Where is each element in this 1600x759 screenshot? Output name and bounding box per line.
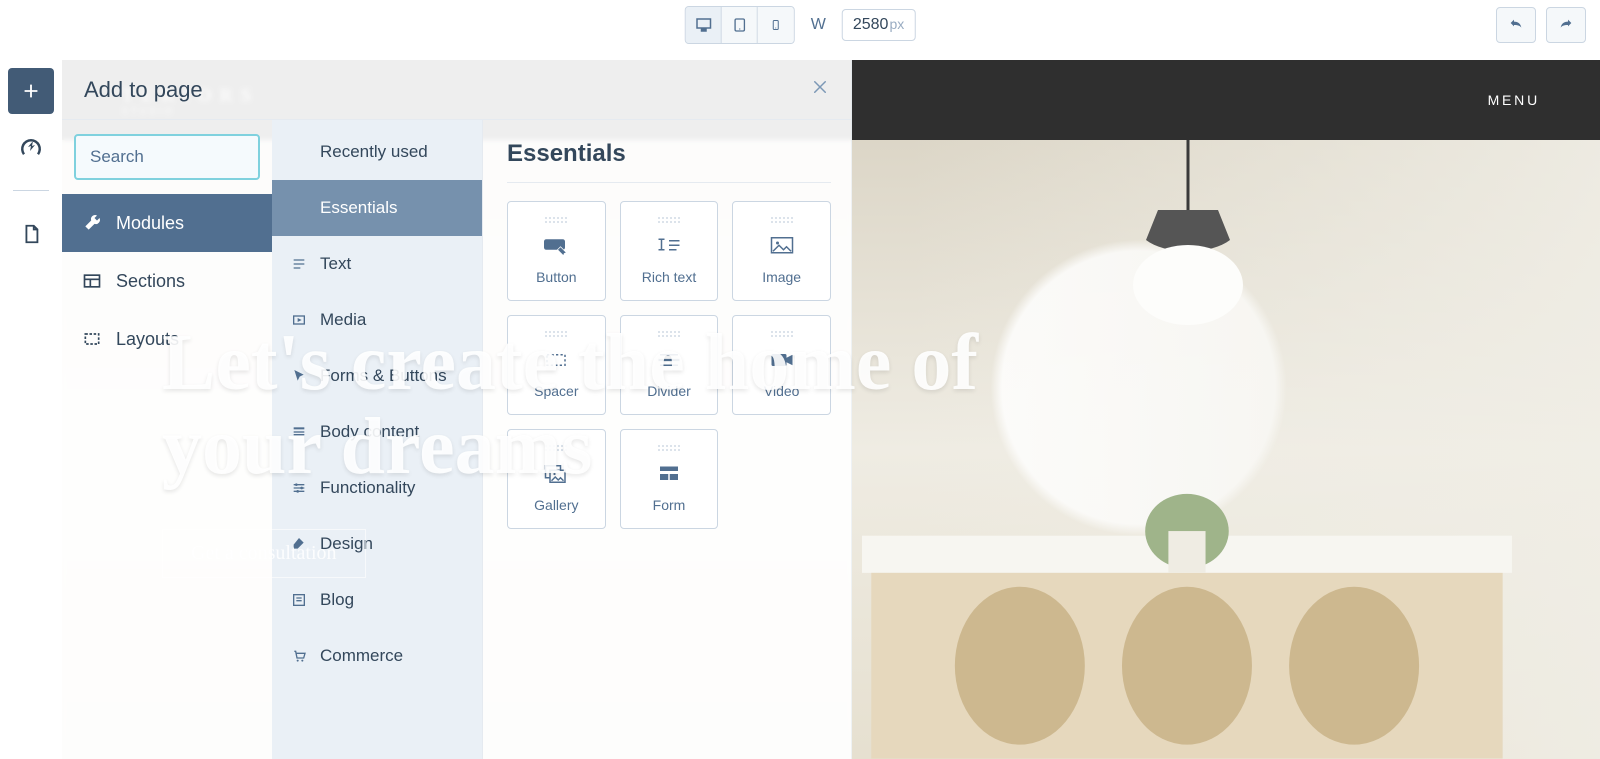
rail-divider <box>13 190 49 191</box>
module-gallery-label: Gallery <box>534 497 578 513</box>
width-unit: px <box>889 16 904 32</box>
hero-cta[interactable]: Get a consultation <box>162 529 366 578</box>
top-toolbar: W 2580 px <box>0 0 1600 50</box>
category-text[interactable]: Text <box>272 236 482 292</box>
plus-icon <box>20 80 42 102</box>
island-illustration <box>862 480 1512 759</box>
gauge-icon <box>19 135 43 159</box>
add-button[interactable] <box>8 68 54 114</box>
drag-handle-icon <box>658 217 680 223</box>
category-blog-label: Blog <box>320 590 354 610</box>
menu-link[interactable]: MENU <box>1488 92 1540 108</box>
tab-modules[interactable]: Modules <box>62 194 272 252</box>
module-richtext[interactable]: Rich text <box>620 201 719 301</box>
category-recent[interactable]: Recently used <box>272 124 482 180</box>
form-icon <box>654 459 684 489</box>
blog-icon <box>290 592 308 608</box>
category-text-label: Text <box>320 254 351 274</box>
module-form[interactable]: Form <box>620 429 719 529</box>
module-image[interactable]: Image <box>732 201 831 301</box>
mobile-icon <box>770 16 782 34</box>
search-wrap <box>62 134 272 180</box>
device-tablet[interactable] <box>722 7 758 43</box>
layouts-icon <box>82 329 102 349</box>
undo-icon <box>1506 17 1526 33</box>
desktop-icon <box>693 16 713 34</box>
drag-handle-icon <box>545 217 567 223</box>
left-rail <box>0 60 62 759</box>
close-icon <box>811 78 829 96</box>
redo-icon <box>1556 17 1576 33</box>
hero-heading-line1: Let's create the home of <box>162 321 978 405</box>
module-image-label: Image <box>762 269 801 285</box>
category-commerce-label: Commerce <box>320 646 403 666</box>
device-width-group: W 2580 px <box>685 6 916 44</box>
width-label: W <box>811 16 826 34</box>
undo-button[interactable] <box>1496 7 1536 43</box>
page-icon <box>20 223 42 245</box>
drag-handle-icon <box>771 217 793 223</box>
tab-sections-label: Sections <box>116 271 185 292</box>
panel-title: Add to page <box>84 77 203 103</box>
tablet-icon <box>731 16 747 34</box>
text-icon <box>290 256 308 272</box>
modules-heading: Essentials <box>507 140 831 183</box>
cart-icon <box>290 648 308 664</box>
width-value: 2580 <box>853 16 889 34</box>
close-button[interactable] <box>811 78 829 101</box>
panel-header: Add to page <box>62 60 851 120</box>
main-area: TERIORS STUDIO MENU L <box>0 60 1600 759</box>
tab-modules-label: Modules <box>116 213 184 234</box>
module-button[interactable]: Button <box>507 201 606 301</box>
hero-heading-line2: your dreams <box>162 405 592 489</box>
wrench-icon <box>82 213 102 233</box>
category-essentials[interactable]: Essentials <box>272 180 482 236</box>
category-essentials-label: Essentials <box>320 198 397 218</box>
category-recent-label: Recently used <box>320 142 428 162</box>
richtext-icon <box>654 231 684 261</box>
button-icon <box>541 231 571 261</box>
category-commerce[interactable]: Commerce <box>272 628 482 684</box>
history-controls <box>1496 7 1586 43</box>
width-input[interactable]: 2580 px <box>842 9 915 41</box>
redo-button[interactable] <box>1546 7 1586 43</box>
device-desktop[interactable] <box>686 7 722 43</box>
module-form-label: Form <box>653 497 686 513</box>
performance-button[interactable] <box>8 124 54 170</box>
module-button-label: Button <box>536 269 576 285</box>
drag-handle-icon <box>658 445 680 451</box>
tab-sections[interactable]: Sections <box>62 252 272 310</box>
category-blog[interactable]: Blog <box>272 572 482 628</box>
pendant-light-illustration <box>1108 140 1268 360</box>
search-box[interactable] <box>74 134 260 180</box>
module-richtext-label: Rich text <box>642 269 696 285</box>
sections-icon <box>82 271 102 291</box>
device-switcher <box>685 6 795 44</box>
image-icon <box>767 231 797 261</box>
pages-button[interactable] <box>8 211 54 257</box>
device-mobile[interactable] <box>758 7 794 43</box>
